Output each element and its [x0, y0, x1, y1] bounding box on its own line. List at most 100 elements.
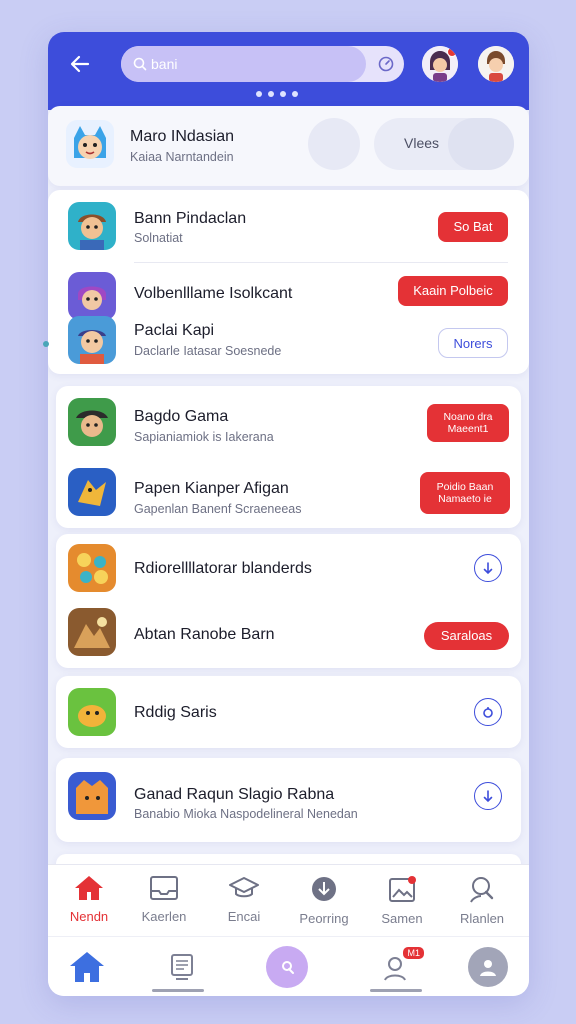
featured-app-icon	[66, 120, 114, 168]
app-title: Rddig Saris	[134, 704, 217, 721]
notification-dot	[447, 47, 457, 57]
home-icon	[75, 876, 103, 900]
nav-item-downloads[interactable]: Peorring	[288, 875, 360, 933]
app-icon	[68, 202, 116, 250]
featured-subtitle: Kaiaa Narntandein	[130, 150, 234, 164]
nav-label: Encai	[227, 909, 261, 924]
list-item[interactable]: Volbenlllame Isolkcant Kaain Polbeic	[48, 266, 529, 320]
search-input[interactable]	[151, 56, 351, 72]
app-list-group-2: Bagdo Gama Sapianiamiok is Iakerana Noan…	[56, 386, 521, 528]
refresh-icon	[378, 56, 394, 72]
graduation-cap-icon	[229, 877, 259, 898]
list-item[interactable]: Ganad Raqun Slagio Rabna Banabio Mioka N…	[56, 758, 521, 842]
featured-circle[interactable]	[308, 118, 360, 170]
beast-game-icon	[68, 772, 116, 820]
notification-badge: M1	[403, 947, 424, 959]
app-list-group-1: Bann Pindaclan Solnatiat So Bat Volbenll…	[48, 190, 529, 374]
tab-home[interactable]	[65, 945, 109, 989]
nav-label: Samen	[381, 911, 423, 926]
nav-label: Rlanlen	[459, 911, 505, 926]
action-button[interactable]: Noano dra Maeent1	[427, 404, 509, 442]
views-label: Vlees	[404, 135, 440, 151]
app-icon	[68, 544, 116, 592]
tab-bar: M1	[48, 936, 529, 996]
app-list-group-3: Rdiorellllatorar blanderds Abtan Ranobe …	[56, 534, 521, 668]
action-button[interactable]: Kaain Polbeic	[398, 276, 508, 306]
search-refresh-button[interactable]	[376, 54, 396, 74]
app-title: Volbenlllame Isolkcant	[134, 285, 293, 302]
list-item[interactable]: Bann Pindaclan Solnatiat So Bat	[48, 190, 529, 254]
battle-game-icon	[68, 608, 116, 656]
app-icon	[68, 316, 116, 364]
home-indicator-right	[370, 989, 422, 992]
download-button[interactable]	[474, 554, 502, 582]
app-subtitle: Solnatiat	[134, 231, 183, 245]
avatar-boy-icon	[478, 46, 514, 82]
app-icon	[68, 608, 116, 656]
app-title: Papen Kianper Afigan	[134, 480, 289, 497]
nav-label: Kaerlen	[141, 909, 187, 924]
back-button[interactable]	[66, 50, 94, 78]
app-icon	[68, 468, 116, 516]
kid-game-icon	[68, 316, 116, 364]
nav-item-learn[interactable]: Encai	[208, 875, 280, 933]
get-button[interactable]: So Bat	[438, 212, 508, 242]
list-item[interactable]: Rdiorellllatorar blanderds	[56, 534, 521, 602]
list-item[interactable]: Paclai Kapi Daclarle Iatasar Soesnede No…	[48, 312, 529, 372]
pirate-game-icon	[68, 398, 116, 446]
search-icon	[282, 961, 294, 974]
nav-item-inbox[interactable]: Kaerlen	[128, 875, 200, 933]
action-button[interactable]: Poidio Baan Namaeto ie	[420, 472, 510, 514]
app-subtitle: Sapianiamiok is Iakerana	[134, 430, 274, 444]
smile-icon	[483, 707, 493, 718]
app-list-group-5: Ganad Raqun Slagio Rabna Banabio Mioka N…	[56, 758, 521, 842]
nav-item-home[interactable]: Nendn	[53, 875, 125, 933]
tab-search[interactable]	[266, 946, 308, 988]
arrow-down-icon	[483, 562, 493, 575]
coins-game-icon	[68, 544, 116, 592]
download-icon	[312, 877, 336, 901]
page-indicator	[256, 91, 298, 97]
featured-title: Maro INdasian	[130, 128, 235, 145]
app-subtitle: Gapenlan Banenf Scraeneeas	[134, 502, 302, 516]
app-title: Ganad Raqun Slagio Rabna	[134, 786, 335, 803]
arrow-left-icon	[70, 55, 90, 73]
views-toggle[interactable]: Vlees	[374, 118, 514, 170]
warrior-game-icon	[68, 202, 116, 250]
list-item[interactable]: Papen Kianper Afigan Gapenlan Banenf Scr…	[56, 458, 521, 528]
list-item[interactable]: Abtan Ranobe Barn Saraloas	[56, 602, 521, 668]
dino-game-icon	[68, 688, 116, 736]
app-list-group-4: Rddig Saris	[56, 676, 521, 748]
dragon-game-icon	[68, 468, 116, 516]
search-field[interactable]	[121, 46, 366, 82]
featured-card[interactable]: Maro INdasian Kaiaa Narntandein Vlees	[48, 106, 529, 186]
home-filled-icon	[70, 952, 104, 982]
app-subtitle: Banabio Mioka Naspodelineral Nenedan	[134, 807, 358, 821]
tab-notifications[interactable]: M1	[374, 945, 424, 989]
more-button[interactable]: Norers	[438, 328, 508, 358]
app-icon	[68, 772, 116, 820]
phone-screen: Maro INdasian Kaiaa Narntandein Vlees Ba…	[48, 32, 529, 996]
edge-dot	[43, 341, 49, 347]
app-title: Paclai Kapi	[134, 322, 215, 339]
user-search-icon	[470, 877, 494, 903]
tab-profile[interactable]	[468, 947, 508, 987]
app-bar	[48, 32, 529, 110]
avatar-user[interactable]	[478, 46, 514, 82]
list-item[interactable]: Bagdo Gama Sapianiamiok is Iakerana Noan…	[56, 386, 521, 458]
avatar-friend[interactable]	[422, 46, 458, 82]
gallery-icon	[389, 876, 416, 902]
info-button[interactable]	[474, 698, 502, 726]
action-button[interactable]: Saraloas	[424, 622, 509, 650]
list-item[interactable]: Rddig Saris	[56, 676, 521, 748]
divider	[134, 262, 508, 263]
nav-item-search-people[interactable]: Rlanlen	[446, 875, 518, 933]
tab-news[interactable]	[160, 945, 204, 989]
app-icon	[68, 398, 116, 446]
download-button[interactable]	[474, 782, 502, 810]
nav-item-gallery[interactable]: Samen	[366, 875, 438, 933]
app-title: Abtan Ranobe Barn	[134, 626, 275, 643]
app-title: Bann Pindaclan	[134, 210, 247, 227]
arrow-down-icon	[483, 790, 493, 803]
bottom-navigation: Nendn Kaerlen Encai Peorring Samen Rlanl…	[48, 864, 529, 936]
